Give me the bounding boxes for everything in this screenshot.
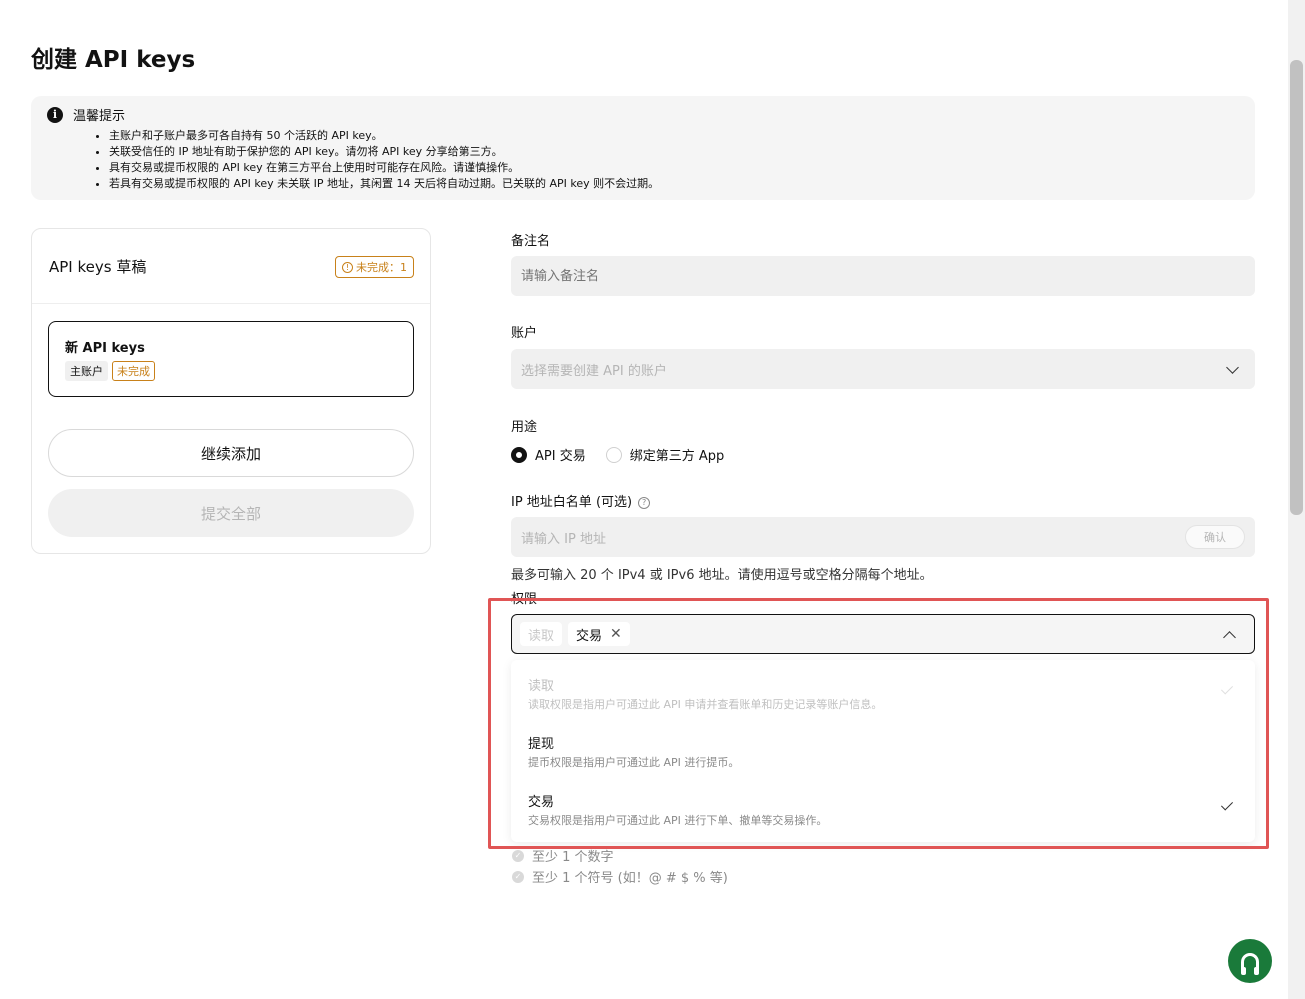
usage-radio-group: API 交易 绑定第三方 App	[511, 445, 724, 464]
ip-hint: 最多可输入 20 个 IPv4 或 IPv6 地址。请使用逗号或空格分隔每个地址…	[511, 568, 933, 583]
divider	[32, 303, 430, 304]
usage-label: 用途	[511, 420, 538, 435]
remark-label: 备注名	[511, 234, 551, 249]
rule-text: 至少 1 个数字	[532, 850, 614, 865]
account-placeholder: 选择需要创建 API 的账户	[521, 363, 667, 379]
headset-icon	[1241, 953, 1259, 975]
info-icon: i	[47, 106, 63, 123]
rule-text: 至少 1 个符号 (如！@ # $ % 等)	[532, 871, 728, 886]
notice-box: i 温馨提示 主账户和子账户最多可各自持有 50 个活跃的 API key。 关…	[31, 96, 1255, 200]
ip-input[interactable]: 请输入 IP 地址 确认	[511, 517, 1255, 557]
ip-confirm-button[interactable]: 确认	[1185, 525, 1245, 549]
account-label: 账户	[511, 326, 538, 341]
radio-api-trading[interactable]	[511, 446, 527, 463]
notice-item: 具有交易或提币权限的 API key 在第三方平台上使用时可能存在风险。请谨慎操…	[109, 160, 1239, 176]
scrollbar-thumb[interactable]	[1290, 60, 1303, 515]
notice-item: 若具有交易或提币权限的 API key 未关联 IP 地址，其闲置 14 天后将…	[109, 176, 1239, 192]
submit-all-button[interactable]: 提交全部	[48, 489, 414, 537]
page-title: 创建 API keys	[31, 47, 196, 73]
incomplete-badge: ! 未完成：1	[335, 256, 414, 278]
status-tag: 未完成	[112, 361, 155, 381]
support-button[interactable]	[1228, 939, 1272, 983]
remark-input[interactable]	[511, 256, 1255, 296]
notice-item: 主账户和子账户最多可各自持有 50 个活跃的 API key。	[109, 128, 1239, 144]
ip-label-text: IP 地址白名单 (可选)	[511, 495, 633, 510]
radio-third-party-app[interactable]	[605, 446, 622, 463]
ip-label: IP 地址白名单 (可选)?	[511, 491, 651, 510]
rule-symbol: ✓ 至少 1 个符号 (如！@ # $ % 等)	[512, 867, 728, 886]
warning-icon: !	[342, 261, 353, 273]
check-circle-icon: ✓	[512, 870, 524, 883]
drafts-title: API keys 草稿	[49, 258, 147, 276]
draft-card-title: 新 API keys	[65, 341, 145, 356]
draft-card[interactable]: 新 API keys 主账户 未完成	[48, 321, 414, 397]
notice-item: 关联受信任的 IP 地址有助于保护您的 API key。请勿将 API key …	[109, 144, 1239, 160]
highlight-box	[488, 598, 1269, 849]
radio-third-party-app-label[interactable]: 绑定第三方 App	[630, 445, 725, 464]
ip-placeholder: 请输入 IP 地址	[521, 531, 606, 547]
notice-list: 主账户和子账户最多可各自持有 50 个活跃的 API key。 关联受信任的 I…	[47, 128, 1239, 192]
check-circle-icon: ✓	[512, 849, 524, 862]
scrollbar[interactable]	[1288, 0, 1305, 999]
notice-title: 温馨提示	[73, 109, 126, 124]
help-icon[interactable]: ?	[638, 496, 651, 509]
rule-digit: ✓ 至少 1 个数字	[512, 846, 614, 865]
incomplete-badge-label: 未完成：1	[356, 261, 407, 274]
drafts-panel: API keys 草稿 ! 未完成：1 新 API keys 主账户 未完成 继…	[31, 228, 431, 554]
account-tag: 主账户	[65, 361, 108, 381]
continue-add-button[interactable]: 继续添加	[48, 429, 414, 477]
account-select[interactable]: 选择需要创建 API 的账户	[511, 349, 1255, 389]
chevron-down-icon	[1226, 361, 1239, 374]
radio-api-trading-label[interactable]: API 交易	[535, 445, 586, 464]
